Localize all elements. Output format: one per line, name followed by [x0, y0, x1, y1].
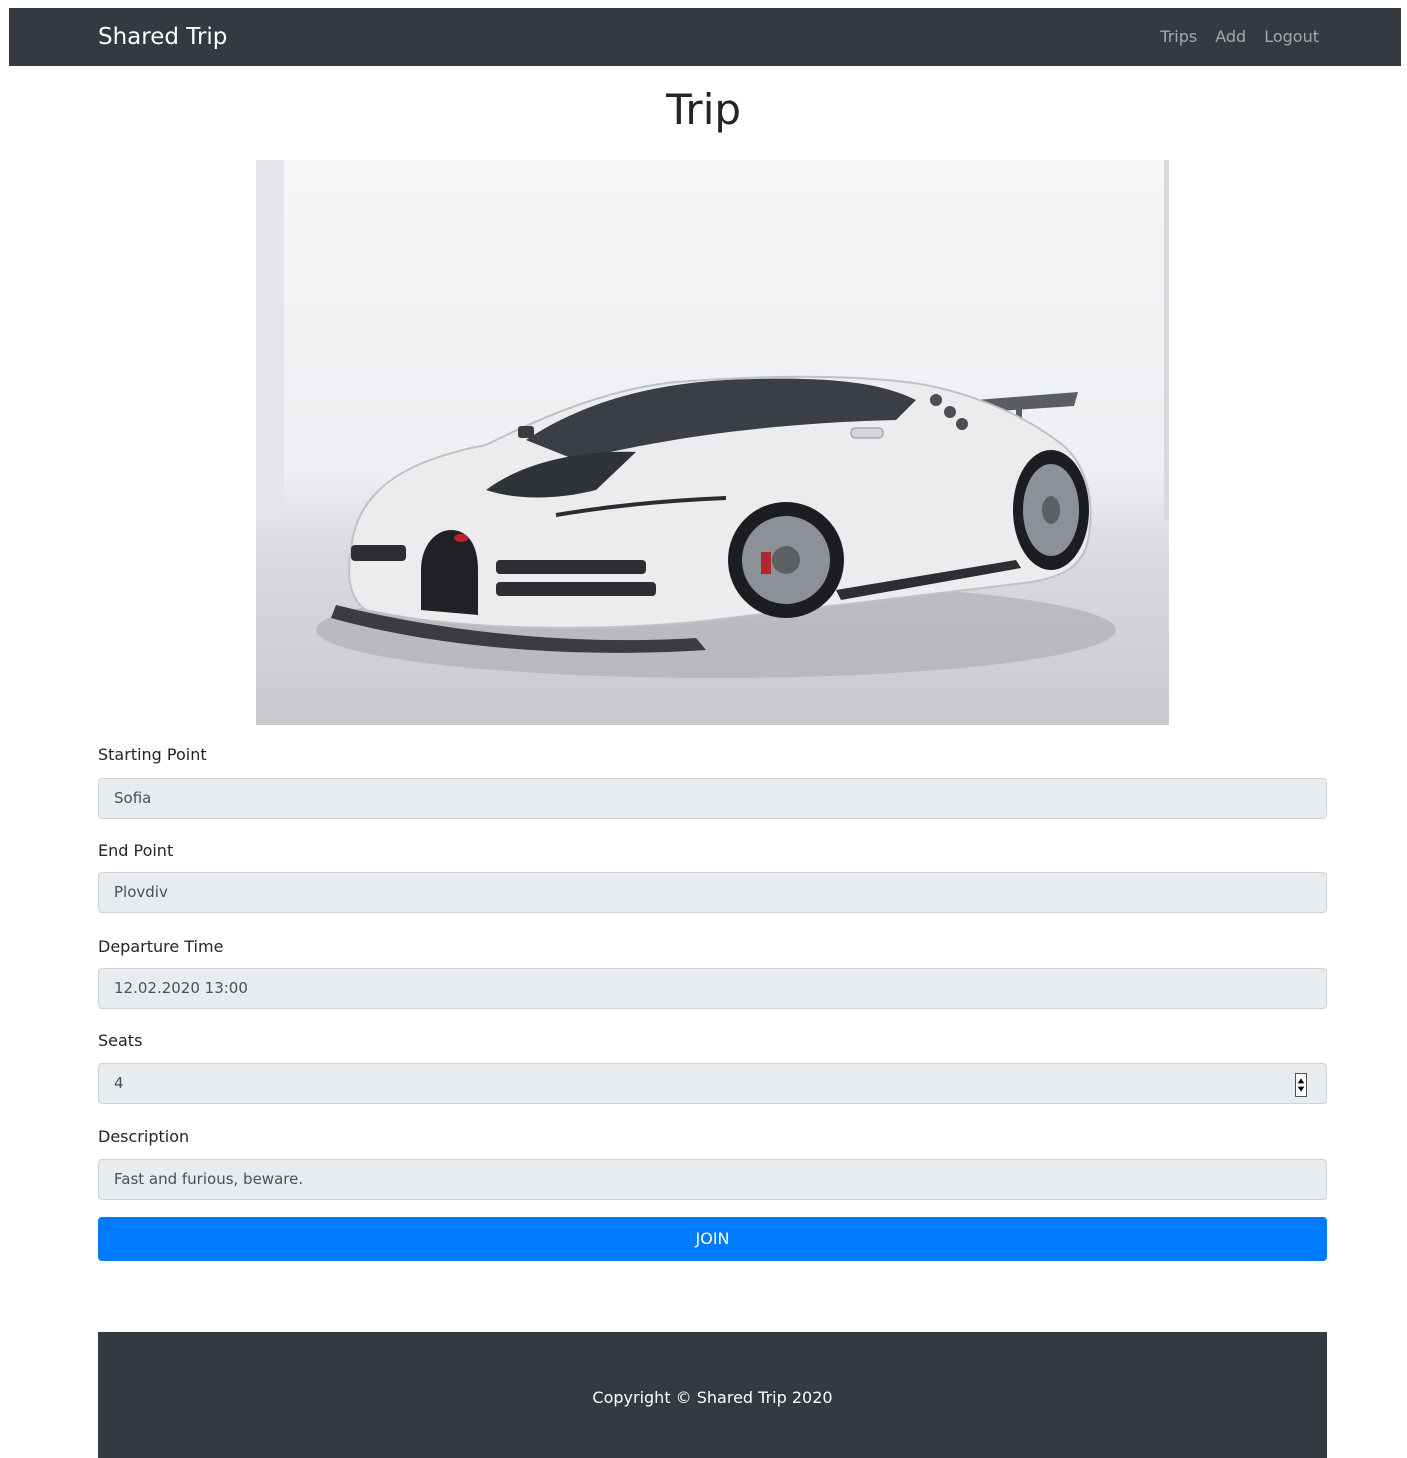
car-illustration	[256, 160, 1169, 678]
end-point-group: End Point Plovdiv	[98, 841, 1327, 913]
footer: Copyright © Shared Trip 2020	[98, 1332, 1327, 1458]
end-point-label: End Point	[98, 841, 174, 860]
front-wheel	[728, 502, 844, 618]
front-grille	[421, 530, 478, 615]
page-title: Trip	[665, 85, 742, 134]
intake	[496, 560, 646, 574]
departure-time-label: Departure Time	[98, 937, 224, 956]
description-input[interactable]: Fast and furious, beware.	[98, 1159, 1327, 1200]
description-group: Description Fast and furious, beware.	[98, 1127, 1327, 1200]
starting-point-group: Starting Point Sofia	[98, 745, 1327, 819]
side-mirror	[518, 426, 534, 438]
nav-link-trips[interactable]: Trips	[1160, 27, 1197, 47]
trip-car-image	[256, 160, 1169, 725]
rear-wheel	[1013, 450, 1089, 570]
seats-group: Seats 4	[98, 1031, 1327, 1104]
seats-value: 4	[114, 1074, 124, 1092]
description-label: Description	[98, 1127, 190, 1146]
nav-link-add[interactable]: Add	[1215, 27, 1246, 47]
vent	[930, 394, 942, 406]
wall-edge-right	[1164, 160, 1169, 520]
intake	[496, 582, 656, 596]
starting-point-input[interactable]: Sofia	[98, 778, 1327, 819]
seats-input[interactable]: 4	[98, 1063, 1327, 1104]
side-mirror	[850, 427, 884, 439]
departure-time-group: Departure Time 12.02.2020 13:00	[98, 937, 1327, 1009]
number-spinner-icon[interactable]	[1295, 1073, 1307, 1097]
badge	[454, 534, 468, 542]
starting-point-label: Starting Point	[98, 745, 207, 764]
navbar: Shared Trip Trips Add Logout	[9, 8, 1401, 66]
join-button[interactable]: JOIN	[98, 1217, 1327, 1261]
footer-copyright: Copyright © Shared Trip 2020	[592, 1388, 833, 1407]
vent	[944, 406, 956, 418]
wall-edge	[256, 160, 284, 520]
intake	[351, 545, 406, 561]
nav-links: Trips Add Logout	[1160, 27, 1319, 47]
vent	[956, 418, 968, 430]
departure-time-input[interactable]: 12.02.2020 13:00	[98, 968, 1327, 1009]
end-point-input[interactable]: Plovdiv	[98, 872, 1327, 913]
nav-link-logout[interactable]: Logout	[1264, 27, 1319, 47]
brand-link[interactable]: Shared Trip	[98, 22, 227, 52]
page: Shared Trip Trips Add Logout Trip Starti…	[0, 0, 1407, 1458]
seats-label: Seats	[98, 1031, 143, 1050]
